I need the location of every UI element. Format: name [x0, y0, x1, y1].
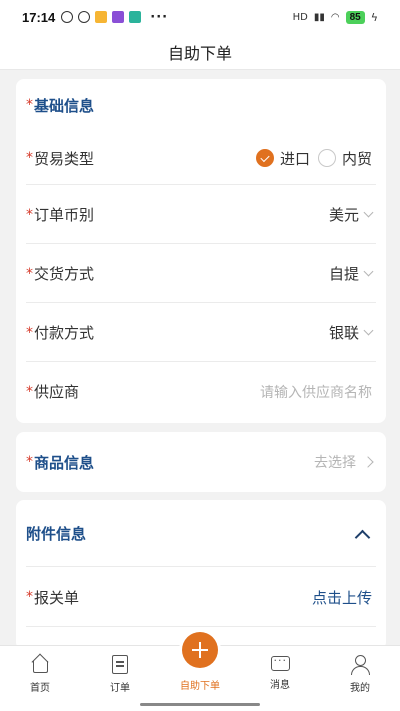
required-mark: *	[26, 589, 33, 605]
required-mark: *	[26, 265, 33, 282]
required-mark: *	[26, 206, 33, 223]
status-bar: 17:14 ··· HD ▮▮ ◠ 85 ϟ	[0, 0, 400, 34]
charging-icon: ϟ	[370, 10, 378, 24]
currency-value: 美元	[328, 206, 359, 224]
payment-select[interactable]: 银联	[328, 322, 374, 343]
battery-level: 85	[345, 10, 365, 24]
goods-select-link[interactable]: 去选择	[314, 452, 356, 472]
required-mark: *	[26, 150, 33, 166]
plus-icon[interactable]	[182, 632, 218, 668]
trade-type-radio-group: 进口 内贸	[255, 148, 372, 169]
currency-select[interactable]: 美元	[328, 204, 374, 225]
mute-icon	[61, 11, 74, 23]
customs-declaration-row: * 报关单 点击上传	[16, 567, 386, 627]
signal-icon: ▮▮	[313, 11, 325, 23]
required-mark: *	[26, 383, 33, 400]
payment-row[interactable]: * 付款方式 银联	[16, 303, 386, 362]
section-title: 基础信息	[34, 96, 95, 115]
attachments-card: 附件信息 * 报关单 点击上传	[16, 500, 386, 650]
radio-import[interactable]: 进口	[255, 148, 310, 169]
basic-info-header: * 基础信息	[16, 79, 386, 131]
trade-type-row: * 贸易类型 进口 内贸	[16, 131, 386, 185]
basic-info-card: * 基础信息 * 贸易类型 进口 内贸 * 订单币别 美元 * 交货方式 自提 …	[16, 79, 386, 423]
message-icon	[270, 654, 290, 671]
delivery-select[interactable]: 自提	[328, 263, 374, 284]
currency-row[interactable]: * 订单币别 美元	[16, 185, 386, 244]
nav-bar: 自助下单	[0, 34, 400, 70]
payment-label: 付款方式	[34, 324, 95, 342]
network-type: HD	[292, 11, 308, 23]
required-mark: *	[26, 324, 33, 341]
supplier-label: 供应商	[34, 383, 80, 401]
radio-label: 内贸	[341, 149, 372, 168]
status-notification-icons: ···	[61, 10, 168, 25]
fab-label-wrap: 自助下单	[0, 677, 400, 692]
user-icon	[350, 654, 370, 675]
status-time: 17:14	[22, 9, 56, 25]
chevron-up-icon[interactable]	[354, 529, 371, 546]
tab-label[interactable]: 自助下单	[180, 677, 220, 692]
chevron-down-icon	[363, 207, 374, 217]
upload-button[interactable]: 点击上传	[312, 587, 372, 608]
attachments-header[interactable]: 附件信息	[16, 500, 386, 567]
app-notification-icon	[95, 11, 108, 23]
page-title: 自助下单	[167, 43, 232, 63]
delivery-value: 自提	[328, 265, 359, 283]
chevron-down-icon	[363, 325, 374, 335]
supplier-row[interactable]: * 供应商 请输入供应商名称	[16, 362, 386, 421]
supplier-input[interactable]: 请输入供应商名称	[260, 382, 372, 402]
order-icon	[112, 655, 128, 674]
more-notifications-icon: ···	[150, 9, 169, 25]
divider	[26, 626, 376, 627]
chevron-down-icon	[363, 266, 374, 276]
required-mark: *	[26, 454, 33, 470]
delivery-label: 交货方式	[34, 265, 95, 283]
payment-value: 银联	[328, 324, 359, 342]
home-icon	[30, 654, 50, 674]
goods-info-card[interactable]: * 商品信息 去选择	[16, 432, 386, 492]
alarm-icon	[78, 11, 91, 23]
chevron-right-icon	[362, 456, 374, 468]
app-notification-icon	[129, 11, 142, 23]
section-title: 附件信息	[26, 525, 87, 543]
home-indicator	[140, 703, 260, 706]
currency-label: 订单币别	[34, 206, 95, 224]
required-mark: *	[26, 97, 33, 113]
delivery-row[interactable]: * 交货方式 自提	[16, 244, 386, 303]
customs-label: 报关单	[34, 588, 80, 607]
radio-label: 进口	[279, 149, 310, 168]
radio-domestic[interactable]: 内贸	[317, 148, 372, 169]
status-right: HD ▮▮ ◠ 85 ϟ	[292, 10, 378, 24]
app-notification-icon	[112, 11, 125, 23]
radio-checked-icon[interactable]	[255, 149, 274, 167]
radio-unchecked-icon[interactable]	[317, 149, 336, 167]
trade-type-label: 贸易类型	[34, 149, 95, 168]
goods-info-row[interactable]: * 商品信息 去选择	[16, 432, 386, 492]
section-title: 商品信息	[34, 453, 95, 472]
wifi-icon: ◠	[330, 11, 340, 23]
